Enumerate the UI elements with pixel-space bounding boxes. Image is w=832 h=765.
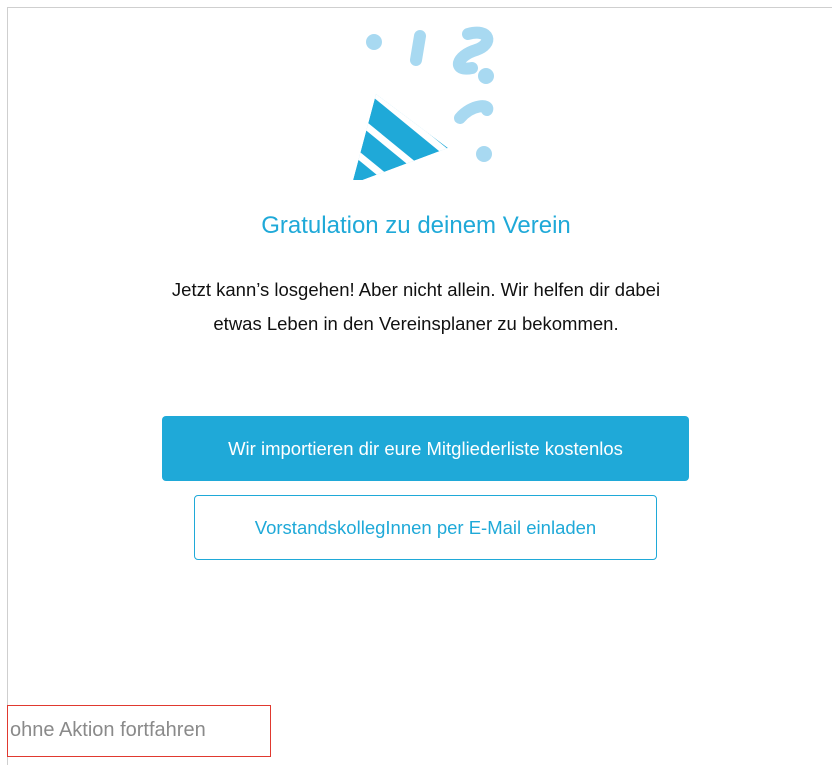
import-members-button[interactable]: Wir importieren dir eure Mitgliederliste… — [162, 416, 689, 481]
invite-board-members-button[interactable]: VorstandskollegInnen per E-Mail einladen — [194, 495, 657, 560]
party-popper-icon — [352, 26, 494, 180]
subtitle-line-1: Jetzt kann’s losgehen! Aber nicht allein… — [171, 279, 661, 300]
subtitle-line-2: etwas Leben in den Vereinsplaner zu beko… — [213, 313, 619, 334]
continue-without-action-link[interactable]: ohne Aktion fortfahren — [7, 705, 271, 757]
dialog-subtitle: Jetzt kann’s losgehen! Aber nicht allein… — [0, 273, 832, 341]
dialog-title: Gratulation zu deinem Verein — [261, 212, 571, 239]
